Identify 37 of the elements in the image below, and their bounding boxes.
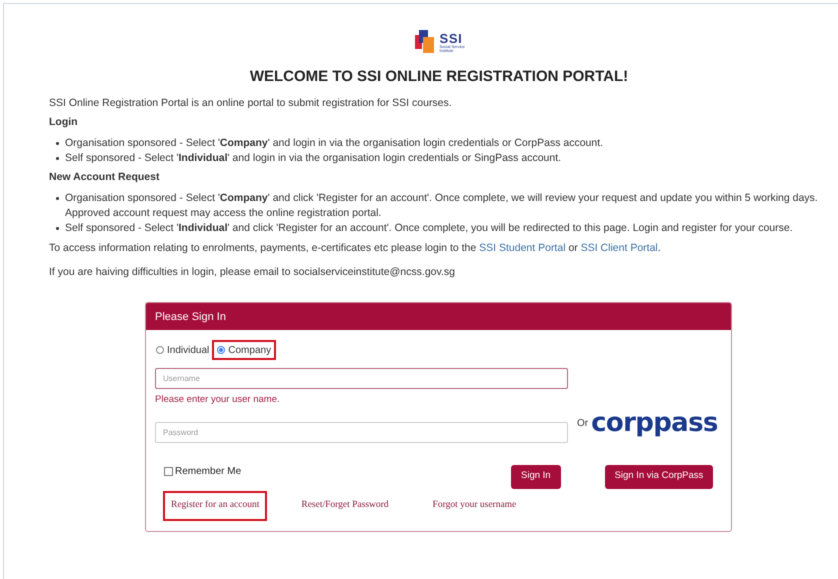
radio-label: Individual bbox=[167, 344, 210, 358]
section-heading: New Account Request bbox=[49, 170, 160, 185]
username-error: Please enter your user name. bbox=[155, 393, 281, 408]
bullet-icon bbox=[56, 196, 59, 200]
period-text: . bbox=[658, 242, 661, 254]
bullet-text: Self sponsored - Select 'Individual' and login in via the organisation login credentials or SingPass account. bbox=[65, 151, 562, 166]
account-link[interactable]: Register for an account bbox=[163, 490, 268, 520]
client-portal-link[interactable]: SSI Client Portal bbox=[580, 242, 658, 254]
logo-icon bbox=[412, 29, 436, 55]
bullet-icon bbox=[56, 226, 59, 230]
username-field[interactable]: Username bbox=[155, 368, 568, 390]
section-heading: Login bbox=[49, 115, 79, 130]
account-link[interactable]: Reset/Forget Password bbox=[301, 490, 389, 520]
radio-button[interactable] bbox=[156, 346, 164, 354]
bullet-text: Organisation sponsored - Select 'Company' and login in via the organisation login credentials or CorpPass account. bbox=[65, 136, 604, 151]
logo-name: SSI bbox=[440, 32, 462, 44]
panel-header: Please Sign In bbox=[146, 303, 731, 330]
bullet-text: Organisation sponsored - Select 'Company' and click 'Register for an account'. Once complete, we will review your request and update you within 5 working days. Approved account request may access the online registration portal. bbox=[65, 190, 819, 221]
radio-label: Company bbox=[228, 344, 272, 358]
student-portal-link[interactable]: SSI Student Portal bbox=[479, 242, 566, 254]
or-label: Or bbox=[577, 416, 588, 430]
sign-in-button[interactable]: Sign In bbox=[511, 464, 561, 488]
bullet-icon bbox=[56, 142, 59, 145]
access-text: To access information relating to enrolments, payments, e-certificates etc please login to the bbox=[49, 242, 476, 254]
radio-button[interactable] bbox=[217, 346, 226, 354]
corppass-sign-in-button[interactable]: Sign In via CorpPass bbox=[604, 464, 714, 488]
page-title: WELCOME TO SSI ONLINE REGISTRATION PORTAL! bbox=[248, 67, 630, 87]
intro-text: SSI Online Registration Portal is an online portal to submit registration for SSI courses. bbox=[49, 96, 453, 110]
help-text: If you are haiving difficulties in login, please email to socialserviceinstitute@ncss.gov.sg bbox=[49, 264, 456, 280]
account-link[interactable]: Forgot your username bbox=[432, 490, 516, 520]
remember-me-label: Remember Me bbox=[175, 465, 242, 479]
password-field[interactable]: Password bbox=[155, 422, 568, 442]
bullet-icon bbox=[56, 157, 59, 160]
or-text: or bbox=[568, 242, 578, 254]
corppass-logo: corppass bbox=[591, 410, 718, 436]
bullet-text: Self sponsored - Select 'Individual' and click 'Register for an account'. Once complete, you will be redirected to this page. Login and register for your course. bbox=[65, 220, 793, 236]
remember-checkbox[interactable] bbox=[164, 467, 173, 476]
